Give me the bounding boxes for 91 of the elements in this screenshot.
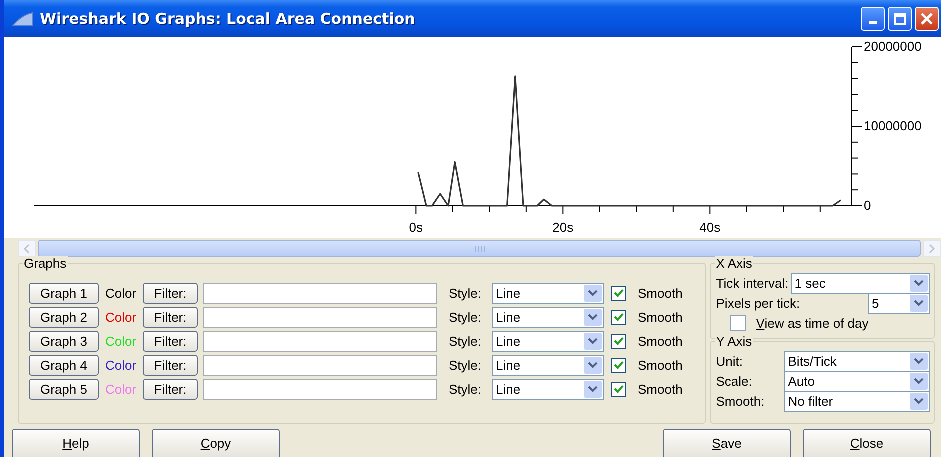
style-label: Style: bbox=[449, 334, 483, 348]
checkmark-icon bbox=[614, 360, 624, 370]
filter-field[interactable] bbox=[203, 330, 437, 352]
color-label[interactable]: Color bbox=[99, 286, 143, 300]
style-dropdown[interactable]: Line bbox=[492, 354, 604, 376]
scroll-left-button[interactable] bbox=[18, 240, 36, 257]
style-label: Style: bbox=[449, 358, 483, 372]
filter-button[interactable]: Filter: bbox=[143, 378, 198, 400]
style-dropdown[interactable]: Line bbox=[492, 330, 604, 352]
scale-label: Scale: bbox=[716, 374, 754, 388]
graph-button[interactable]: Graph 3 bbox=[29, 330, 99, 352]
chevron-left-icon bbox=[23, 244, 31, 254]
smooth-label: Smooth bbox=[638, 358, 683, 372]
grip-icon bbox=[474, 244, 486, 252]
smooth-checkbox[interactable] bbox=[611, 310, 626, 324]
tick-label: 0s bbox=[409, 220, 424, 235]
scale-dropdown[interactable]: Auto bbox=[784, 370, 930, 392]
scroll-right-button[interactable] bbox=[923, 240, 941, 257]
tick-label: 10000000 bbox=[864, 118, 922, 134]
tick-interval-dropdown[interactable]: 1 sec bbox=[790, 272, 930, 294]
group-title: Graphs bbox=[23, 256, 68, 271]
tick-label: 20s bbox=[552, 220, 574, 235]
chevron-down-icon bbox=[914, 300, 924, 306]
maximize-icon bbox=[893, 12, 907, 26]
chevron-down-icon bbox=[914, 398, 924, 404]
tick-label: 40s bbox=[700, 220, 721, 235]
graph-button[interactable]: Graph 2 bbox=[29, 306, 99, 328]
filter-button[interactable]: Filter: bbox=[143, 306, 198, 328]
group-title: Y Axis bbox=[715, 334, 754, 349]
checkmark-icon bbox=[614, 312, 624, 322]
time-of-day-checkbox[interactable] bbox=[730, 315, 746, 331]
smooth-label: Smooth bbox=[638, 382, 683, 396]
filter-field[interactable] bbox=[203, 378, 437, 400]
chevron-down-icon bbox=[588, 338, 598, 344]
chevron-down-icon bbox=[914, 378, 924, 384]
filter-button[interactable]: Filter: bbox=[143, 354, 198, 376]
chevron-down-icon bbox=[588, 386, 598, 392]
style-dropdown[interactable]: Line bbox=[492, 282, 604, 304]
filter-button[interactable]: Filter: bbox=[143, 330, 198, 352]
smooth-label: Smooth: bbox=[716, 394, 766, 408]
chevron-down-icon bbox=[588, 290, 598, 296]
minimize-button[interactable] bbox=[861, 6, 885, 30]
tick-label: 20000000 bbox=[864, 39, 922, 54]
smooth-dropdown[interactable]: No filter bbox=[784, 390, 930, 412]
minimize-icon bbox=[869, 21, 877, 24]
tick-label: 0 bbox=[864, 198, 872, 213]
pixels-per-tick-dropdown[interactable]: 5 bbox=[868, 292, 930, 314]
fin-icon bbox=[12, 10, 34, 26]
filter-field[interactable] bbox=[203, 306, 437, 328]
chevron-down-icon bbox=[588, 362, 598, 368]
chevron-down-icon bbox=[914, 358, 924, 364]
smooth-checkbox[interactable] bbox=[611, 334, 626, 348]
filter-button[interactable]: Filter: bbox=[143, 282, 198, 304]
maximize-button[interactable] bbox=[888, 6, 912, 30]
style-label: Style: bbox=[449, 382, 483, 396]
chevron-right-icon bbox=[928, 244, 936, 254]
dialog-button[interactable]: Close bbox=[803, 429, 931, 457]
dialog-button[interactable]: Save bbox=[663, 429, 791, 457]
window-title: Wireshark IO Graphs: Local Area Connection bbox=[40, 10, 416, 28]
pixels-per-tick-label: Pixels per tick: bbox=[716, 296, 800, 310]
graph-button[interactable]: Graph 5 bbox=[29, 378, 99, 400]
unit-label: Unit: bbox=[716, 354, 744, 368]
group-title: X Axis bbox=[715, 256, 754, 271]
dialog-button[interactable]: Copy bbox=[152, 429, 280, 457]
checkmark-icon bbox=[614, 288, 624, 298]
color-label[interactable]: Color bbox=[99, 310, 143, 324]
close-icon bbox=[920, 12, 934, 26]
smooth-checkbox[interactable] bbox=[611, 382, 626, 396]
chevron-down-icon bbox=[588, 314, 598, 320]
style-dropdown[interactable]: Line bbox=[492, 306, 604, 328]
color-label[interactable]: Color bbox=[99, 358, 143, 372]
smooth-checkbox[interactable] bbox=[611, 358, 626, 372]
smooth-label: Smooth bbox=[638, 310, 683, 324]
smooth-label: Smooth bbox=[638, 286, 683, 300]
style-label: Style: bbox=[449, 286, 483, 300]
graph-button[interactable]: Graph 1 bbox=[29, 282, 99, 304]
smooth-checkbox[interactable] bbox=[611, 286, 626, 300]
filter-field[interactable] bbox=[203, 282, 437, 304]
tick-interval-label: Tick interval: bbox=[716, 276, 789, 290]
checkmark-icon bbox=[614, 384, 624, 394]
graph-button[interactable]: Graph 4 bbox=[29, 354, 99, 376]
dialog-button[interactable]: Help bbox=[12, 429, 140, 457]
close-button[interactable] bbox=[915, 6, 939, 30]
chevron-down-icon bbox=[914, 280, 924, 286]
style-label: Style: bbox=[449, 310, 483, 324]
unit-dropdown[interactable]: Bits/Tick bbox=[784, 350, 930, 372]
time-of-day-label: View as time of day bbox=[756, 316, 869, 330]
smooth-label: Smooth bbox=[638, 334, 683, 348]
style-dropdown[interactable]: Line bbox=[492, 378, 604, 400]
checkmark-icon bbox=[614, 336, 624, 346]
filter-field[interactable] bbox=[203, 354, 437, 376]
